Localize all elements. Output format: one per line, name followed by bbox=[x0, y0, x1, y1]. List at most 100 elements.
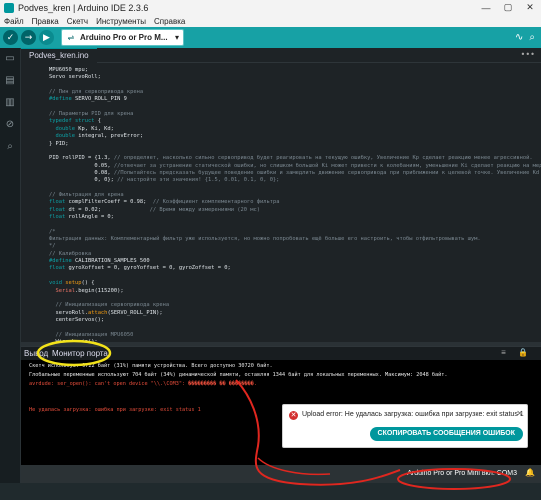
debug-panel-icon[interactable]: ⊘ bbox=[0, 114, 20, 136]
code-line: #define CALIBRATION_SAMPLES 500 bbox=[49, 258, 150, 265]
taskbar-strip bbox=[0, 483, 541, 500]
status-board-port[interactable]: Arduino Pro or Pro Mini вкл. COM3 bbox=[407, 470, 517, 477]
code-token: double bbox=[49, 133, 79, 140]
code-token: double bbox=[49, 125, 79, 132]
code-line: Serial.begin(115200); bbox=[49, 287, 124, 295]
code-token: integral, prevError; bbox=[78, 133, 144, 140]
copy-error-messages-button[interactable]: СКОПИРОВАТЬ СООБЩЕНИЯ ОШИБОК bbox=[369, 427, 523, 441]
code-line: MPU6050 mpu; bbox=[49, 67, 88, 74]
menu-edit[interactable]: Правка bbox=[28, 17, 63, 26]
debug-button[interactable]: ▶ bbox=[39, 30, 54, 45]
arrow-right-icon: → bbox=[24, 32, 33, 43]
output-line: Скетч использует 9722 байт (31%) памяти … bbox=[29, 363, 273, 369]
code-token: servoRoll. bbox=[49, 309, 88, 316]
code-token: // Параметры PID для крена bbox=[49, 111, 134, 118]
code-line: #define SERVO_ROLL_PIN 9 bbox=[49, 96, 127, 103]
check-icon: ✓ bbox=[6, 32, 15, 43]
code-line: float dt = 0.02; // Время между измерени… bbox=[49, 207, 260, 214]
close-icon[interactable]: ✕ bbox=[516, 409, 523, 418]
code-line: Servo servoRoll; bbox=[49, 74, 101, 81]
code-token: 0.05, bbox=[49, 162, 114, 169]
code-token: .begin(115200); bbox=[74, 287, 124, 294]
serial-plotter-icon[interactable]: ∿ bbox=[515, 32, 523, 43]
code-token: Serial bbox=[49, 287, 75, 294]
tab-podves-kren[interactable]: Podves_kren.ino bbox=[21, 48, 97, 63]
board-selector[interactable]: ⇌ Arduino Pro or Pro M... ▾ bbox=[61, 29, 184, 46]
code-line: // Фильтрация для крена bbox=[49, 192, 124, 199]
arduino-logo-icon bbox=[4, 2, 14, 13]
code-line: PID rollPID = {1.3, // определяет, наско… bbox=[49, 155, 533, 162]
code-token: float bbox=[49, 199, 69, 206]
search-icon[interactable]: ⌕ bbox=[0, 136, 20, 158]
title-bar: Podves_kren | Arduino IDE 2.3.6 — ▢ ✕ bbox=[0, 0, 541, 16]
code-token: complFilterCoeff = 0.98; bbox=[68, 199, 153, 206]
menu-bar: Файл Правка Скетч Инструменты Справка bbox=[0, 15, 541, 27]
code-line: float complFilterCoeff = 0.98; // Коэффи… bbox=[49, 199, 279, 206]
code-token: PID rollPID = {1.3, bbox=[49, 155, 114, 162]
sketchbook-icon[interactable]: ▭ bbox=[0, 48, 20, 70]
code-line: // Калибровка bbox=[49, 251, 91, 258]
code-token: 0.08, bbox=[49, 169, 114, 176]
code-token: typedef struct bbox=[49, 118, 98, 125]
output-line: Глобальные переменные используют 704 бай… bbox=[29, 371, 448, 378]
code-line: centerServos(); bbox=[49, 317, 104, 324]
close-button[interactable]: ✕ bbox=[519, 0, 541, 15]
output-line: Не удалась загрузка: ошибка при загрузке… bbox=[29, 407, 201, 413]
code-line: */ bbox=[49, 243, 56, 250]
code-token: // Коэффициент комплементарного фильтра bbox=[152, 199, 280, 206]
upload-button[interactable]: → bbox=[21, 30, 36, 45]
error-icon: ✕ bbox=[289, 411, 298, 420]
menu-file[interactable]: Файл bbox=[0, 17, 28, 26]
code-token: 0, 0}; bbox=[49, 177, 118, 184]
code-token: float bbox=[49, 214, 69, 220]
code-line: // Инициализация MPU6050 bbox=[49, 332, 133, 339]
code-line: void setup() { bbox=[49, 280, 94, 287]
code-line: 0.08, //Попытайтесь предсказать будущее … bbox=[49, 170, 541, 177]
code-token: // настройте эти значения! {1.5, 0.01, 0… bbox=[117, 177, 280, 184]
board-selector-label: Arduino Pro or Pro M... bbox=[80, 33, 168, 42]
boards-manager-icon[interactable]: ▤ bbox=[0, 70, 20, 92]
code-token: { bbox=[97, 118, 101, 125]
menu-help[interactable]: Справка bbox=[150, 17, 189, 26]
serial-monitor-icon[interactable]: ⌕ bbox=[529, 32, 535, 43]
menu-tools[interactable]: Инструменты bbox=[92, 17, 150, 26]
code-line: servoRoll.attach(SERVO_ROLL_PIN); bbox=[49, 309, 162, 317]
code-token: #define bbox=[49, 258, 75, 265]
code-line: typedef struct { bbox=[49, 118, 101, 125]
notifications-icon[interactable]: 🔔 bbox=[525, 468, 535, 477]
code-line: double Kp, Ki, Kd; bbox=[49, 125, 113, 133]
code-token: #define bbox=[49, 96, 75, 103]
code-editor[interactable]: MPU6050 mpu; Servo servoRoll; // Пин для с… bbox=[21, 63, 541, 342]
maximize-button[interactable]: ▢ bbox=[497, 0, 519, 15]
code-token: setup bbox=[65, 280, 82, 287]
code-token: //Попытайтесь предсказать будущее поведе… bbox=[113, 169, 540, 176]
code-line: Фильтрация данных: Комплементарный фильт… bbox=[49, 236, 481, 243]
code-line: 0.05, //отвечает за устранение статическ… bbox=[49, 163, 541, 170]
code-token: // Инициализация сервопривода крена bbox=[49, 302, 170, 309]
code-token: void bbox=[49, 280, 66, 287]
verify-button[interactable]: ✓ bbox=[3, 30, 18, 45]
output-actions-icon[interactable]: ≡ 🔒 bbox=[501, 348, 533, 357]
output-panel-header: Вывод Монитор порта ≡ 🔒 bbox=[21, 346, 541, 361]
code-token: // определяет, насколько сильно сервопри… bbox=[113, 155, 533, 162]
usb-icon: ⇌ bbox=[67, 33, 75, 42]
minimize-button[interactable]: — bbox=[475, 0, 497, 15]
code-token: CALIBRATION_SAMPLES 500 bbox=[74, 258, 150, 265]
code-token: () { bbox=[81, 280, 95, 287]
library-manager-icon[interactable]: ▥ bbox=[0, 92, 20, 114]
toolbar: ✓ → ▶ ⇌ Arduino Pro or Pro M... ▾ ∿ ⌕ bbox=[0, 27, 541, 48]
more-icon[interactable]: ••• bbox=[521, 48, 535, 61]
code-token: // Пин для сервопривода крена bbox=[49, 89, 144, 96]
code-token: rollAngle = 0; bbox=[68, 214, 114, 220]
tab-output[interactable]: Вывод bbox=[24, 349, 48, 358]
tab-serial-monitor[interactable]: Монитор порта bbox=[52, 349, 108, 358]
code-token: } PID; bbox=[49, 140, 69, 147]
menu-sketch[interactable]: Скетч bbox=[63, 17, 92, 26]
code-token: /* bbox=[49, 228, 56, 235]
code-token: Фильтрация данных: Комплементарный фильт… bbox=[49, 236, 481, 243]
code-token: // Калибровка bbox=[49, 250, 92, 257]
status-bar: Arduino Pro or Pro Mini вкл. COM3 🔔 bbox=[21, 465, 541, 483]
code-token: SERVO_ROLL_PIN 9 bbox=[74, 96, 127, 103]
code-line: float rollAngle = 0; bbox=[49, 214, 114, 221]
code-line: double integral, prevError; bbox=[49, 133, 143, 140]
